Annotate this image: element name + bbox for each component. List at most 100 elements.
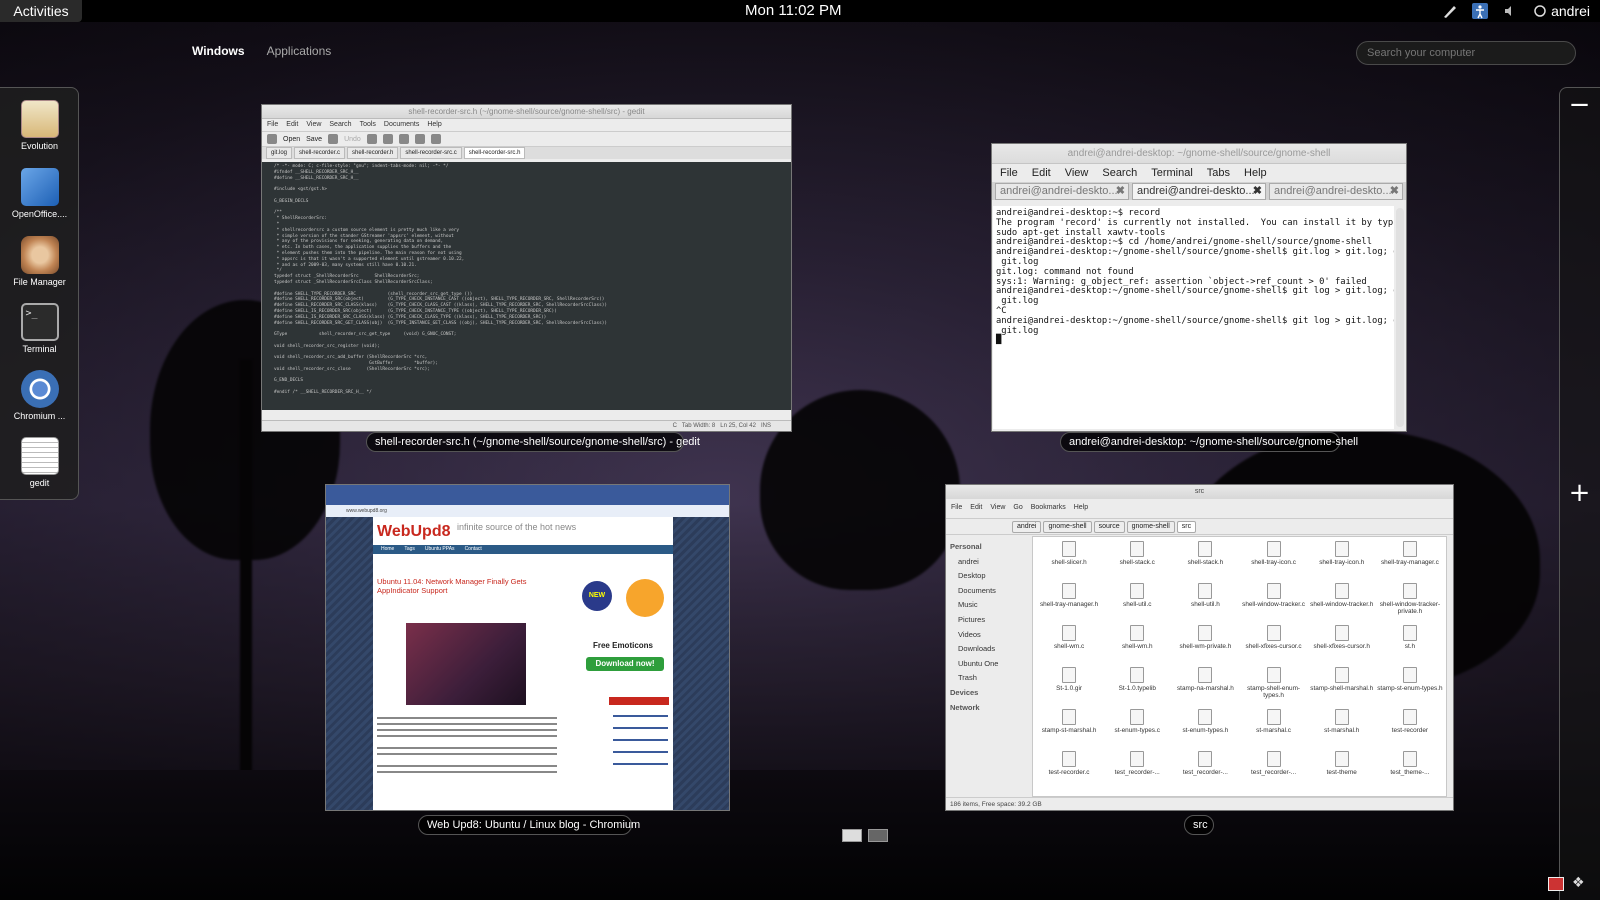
file-item[interactable]: test_recorder-... [1239, 751, 1307, 793]
nav-contact[interactable]: Contact [465, 545, 482, 554]
file-item[interactable]: shell-wm.h [1103, 625, 1171, 667]
terminal-tab-3[interactable]: andrei@andrei-deskto... ✖ [1269, 183, 1403, 200]
find-icon[interactable] [414, 134, 425, 144]
file-item[interactable]: shell-util.h [1171, 583, 1239, 625]
terminal-tab-2[interactable]: andrei@andrei-deskto... ✖ [1132, 183, 1266, 200]
remove-workspace-button[interactable]: − [1559, 92, 1600, 122]
address-bar[interactable]: www.webupd8.org [326, 505, 729, 517]
file-item[interactable]: stamp-st-marshal.h [1035, 709, 1103, 751]
nav-home[interactable]: Home [381, 545, 394, 554]
copy-icon[interactable] [382, 134, 393, 144]
article-headline[interactable]: Ubuntu 11.04: Network Manager Finally Ge… [377, 577, 547, 595]
sidebar-item-andrei[interactable]: andrei [950, 555, 1026, 570]
file-item[interactable]: St-1.0.typelib [1103, 667, 1171, 709]
terminal-window[interactable]: andrei@andrei-desktop: ~/gnome-shell/sou… [991, 143, 1407, 432]
close-icon[interactable]: ✖ [1390, 184, 1399, 199]
sidebar-item-ubuntu-one[interactable]: Ubuntu One [950, 657, 1026, 672]
file-item[interactable]: st-enum-types.h [1171, 709, 1239, 751]
volume-icon[interactable] [1502, 3, 1518, 19]
menu-help[interactable]: Help [1244, 164, 1267, 182]
tab-shell-recorder-src-c[interactable]: shell-recorder-src.c [400, 147, 462, 159]
user-menu[interactable]: andrei [1532, 3, 1590, 19]
file-item[interactable]: test_theme-... [1376, 751, 1444, 793]
paste-icon[interactable] [398, 134, 409, 144]
workspace-2-thumbnail[interactable] [868, 829, 888, 842]
sidebar-link[interactable] [613, 727, 668, 729]
sidebar-item-desktop[interactable]: Desktop [950, 569, 1026, 584]
file-item[interactable]: shell-wm-private.h [1171, 625, 1239, 667]
add-workspace-button[interactable]: + [1559, 478, 1600, 508]
file-item[interactable]: shell-tray-manager.h [1035, 583, 1103, 625]
close-icon[interactable]: ✖ [1116, 184, 1125, 199]
notification-icon[interactable] [1548, 877, 1564, 891]
new-icon[interactable] [267, 134, 277, 144]
dash-item-file-manager[interactable]: File Manager [0, 236, 79, 287]
sidebar-tabs[interactable] [609, 697, 669, 705]
undo-button[interactable]: Undo [344, 136, 361, 143]
menu-edit[interactable]: Edit [286, 119, 298, 131]
chromium-window[interactable]: www.webupd8.org WebUpd8 infinite source … [325, 484, 730, 811]
terminal-output[interactable]: andrei@andrei-desktop:~$ record The prog… [993, 206, 1394, 429]
path-gnome-shell-2[interactable]: gnome-shell [1126, 520, 1175, 533]
menu-edit[interactable]: Edit [1032, 164, 1051, 182]
tab-shell-recorder-h[interactable]: shell-recorder.h [347, 147, 399, 159]
file-item[interactable]: test-recorder [1376, 709, 1444, 751]
code-editor[interactable]: /* -*- mode: C; c-file-style: "gnu"; ind… [262, 162, 791, 410]
file-item[interactable]: shell-xfixes-cursor.c [1239, 625, 1307, 667]
tab-applications[interactable]: Applications [267, 44, 332, 58]
workspace-1-thumbnail[interactable] [842, 829, 862, 842]
sidebar-item-trash[interactable]: Trash [950, 671, 1026, 686]
tab-windows[interactable]: Windows [192, 44, 245, 58]
file-item[interactable]: stamp-shell-marshal.h [1308, 667, 1376, 709]
menu-tools[interactable]: Tools [360, 119, 376, 131]
file-item[interactable]: shell-tray-icon.h [1308, 541, 1376, 583]
path-gnome-shell[interactable]: gnome-shell [1043, 520, 1092, 533]
sidebar-item-downloads[interactable]: Downloads [950, 642, 1026, 657]
save-button[interactable]: Save [306, 136, 322, 143]
file-item[interactable]: shell-stack.h [1171, 541, 1239, 583]
file-item[interactable]: st-marshal.c [1239, 709, 1307, 751]
sidebar-item-music[interactable]: Music [950, 598, 1026, 613]
menu-terminal[interactable]: Terminal [1151, 164, 1193, 182]
pen-icon[interactable] [1442, 3, 1458, 19]
sidebar-link[interactable] [613, 739, 668, 741]
sidebar-link[interactable] [613, 715, 668, 717]
file-item[interactable]: test_recorder-... [1171, 751, 1239, 793]
site-logo[interactable]: WebUpd8 [377, 523, 450, 541]
file-item[interactable]: stamp-st-enum-types.h [1376, 667, 1444, 709]
print-icon[interactable] [328, 134, 339, 144]
file-item[interactable]: st.h [1376, 625, 1444, 667]
sidebar-heading-network[interactable]: Network [950, 701, 1026, 716]
search-input[interactable] [1356, 41, 1576, 65]
chromium-tabstrip[interactable] [326, 485, 729, 505]
tab-git-log[interactable]: git.log [266, 147, 293, 159]
file-item[interactable]: shell-util.c [1103, 583, 1171, 625]
menu-view[interactable]: View [1065, 164, 1089, 182]
dash-item-terminal[interactable]: >_ Terminal [0, 303, 79, 354]
tab-shell-recorder-c[interactable]: shell-recorder.c [294, 147, 346, 159]
file-item[interactable]: test-theme [1308, 751, 1376, 793]
terminal-scrollbar[interactable] [1396, 208, 1404, 427]
menu-file[interactable]: File [267, 119, 278, 131]
terminal-tab-1[interactable]: andrei@andrei-deskto... ✖ [995, 183, 1129, 200]
menu-search[interactable]: Search [329, 119, 351, 131]
tab-shell-recorder-src-h[interactable]: shell-recorder-src.h [463, 147, 526, 159]
menu-file[interactable]: File [1000, 164, 1018, 182]
message-tray-icon[interactable]: ❖ [1572, 875, 1585, 891]
open-button[interactable]: Open [283, 136, 300, 143]
accessibility-icon[interactable] [1472, 3, 1489, 19]
file-item[interactable]: st-enum-types.c [1103, 709, 1171, 751]
replace-icon[interactable] [430, 134, 441, 144]
emoticons-ad[interactable]: NEW Free Emoticons Download now! [578, 577, 668, 671]
nav-ubuntu-ppas[interactable]: Ubuntu PPAs [425, 545, 455, 554]
menu-file[interactable]: File [951, 499, 962, 517]
dash-item-evolution[interactable]: Evolution [0, 100, 79, 151]
file-item[interactable]: St-1.0.gir [1035, 667, 1103, 709]
sidebar-item-videos[interactable]: Videos [950, 628, 1026, 643]
menu-documents[interactable]: Documents [384, 119, 419, 131]
download-now-button[interactable]: Download now! [586, 657, 664, 671]
menu-edit[interactable]: Edit [970, 499, 982, 517]
gedit-window[interactable]: shell-recorder-src.h (~/gnome-shell/sour… [261, 104, 792, 432]
menu-view[interactable]: View [306, 119, 321, 131]
file-item[interactable]: st-marshal.h [1308, 709, 1376, 751]
